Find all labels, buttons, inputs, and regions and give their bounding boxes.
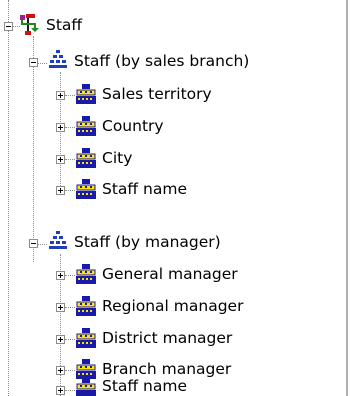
tree-connector (65, 95, 75, 96)
expand-toggle[interactable] (56, 335, 65, 344)
expand-toggle[interactable] (56, 271, 65, 280)
level-icon (76, 378, 96, 396)
level-icon (76, 359, 96, 379)
tree-node-label: Regional manager (102, 297, 244, 315)
level-icon (76, 116, 96, 136)
collapse-toggle[interactable] (4, 22, 13, 31)
tree-node-label: City (102, 149, 133, 167)
tree-node-label: Sales territory (102, 85, 212, 103)
tree-connector (65, 159, 75, 160)
tree-node-label: Country (102, 117, 164, 135)
tree-connector (65, 275, 75, 276)
tree-connector (65, 307, 75, 308)
tree-connector (65, 127, 75, 128)
tree-connector (37, 244, 47, 245)
tree-node-label: Staff (46, 16, 83, 34)
hierarchy-icon (49, 50, 67, 68)
expand-toggle[interactable] (56, 123, 65, 132)
collapse-toggle[interactable] (29, 58, 38, 67)
expand-toggle[interactable] (56, 91, 65, 100)
expand-toggle[interactable] (56, 366, 65, 375)
tree-connector (8, 0, 9, 22)
tree-connector (65, 390, 75, 391)
level-icon (76, 264, 96, 284)
level-icon (76, 328, 96, 348)
expand-toggle[interactable] (56, 303, 65, 312)
level-icon (76, 179, 96, 199)
hierarchy-root-icon (20, 14, 39, 35)
panel-margin (348, 0, 356, 396)
tree-connector (65, 370, 75, 371)
tree-connector (37, 63, 47, 64)
tree-view: Staff Staff (by sales branch) Sales terr… (0, 0, 356, 396)
hierarchy-icon (49, 231, 67, 249)
tree-connector (33, 36, 34, 262)
tree-node-label: Staff name (102, 180, 187, 198)
tree-node-label: General manager (102, 265, 238, 283)
tree-connector (8, 30, 9, 396)
tree-node-label: District manager (102, 329, 233, 347)
level-icon (76, 296, 96, 316)
level-icon (76, 148, 96, 168)
tree-node-label: Staff name (102, 377, 187, 395)
tree-node-label: Staff (by manager) (74, 233, 221, 251)
expand-toggle[interactable] (56, 386, 65, 395)
collapse-toggle[interactable] (29, 239, 38, 248)
tree-connector (12, 26, 20, 27)
tree-connector (65, 339, 75, 340)
expand-toggle[interactable] (56, 186, 65, 195)
level-icon (76, 84, 96, 104)
tree-node-label: Staff (by sales branch) (74, 52, 250, 70)
expand-toggle[interactable] (56, 155, 65, 164)
tree-connector (65, 190, 75, 191)
